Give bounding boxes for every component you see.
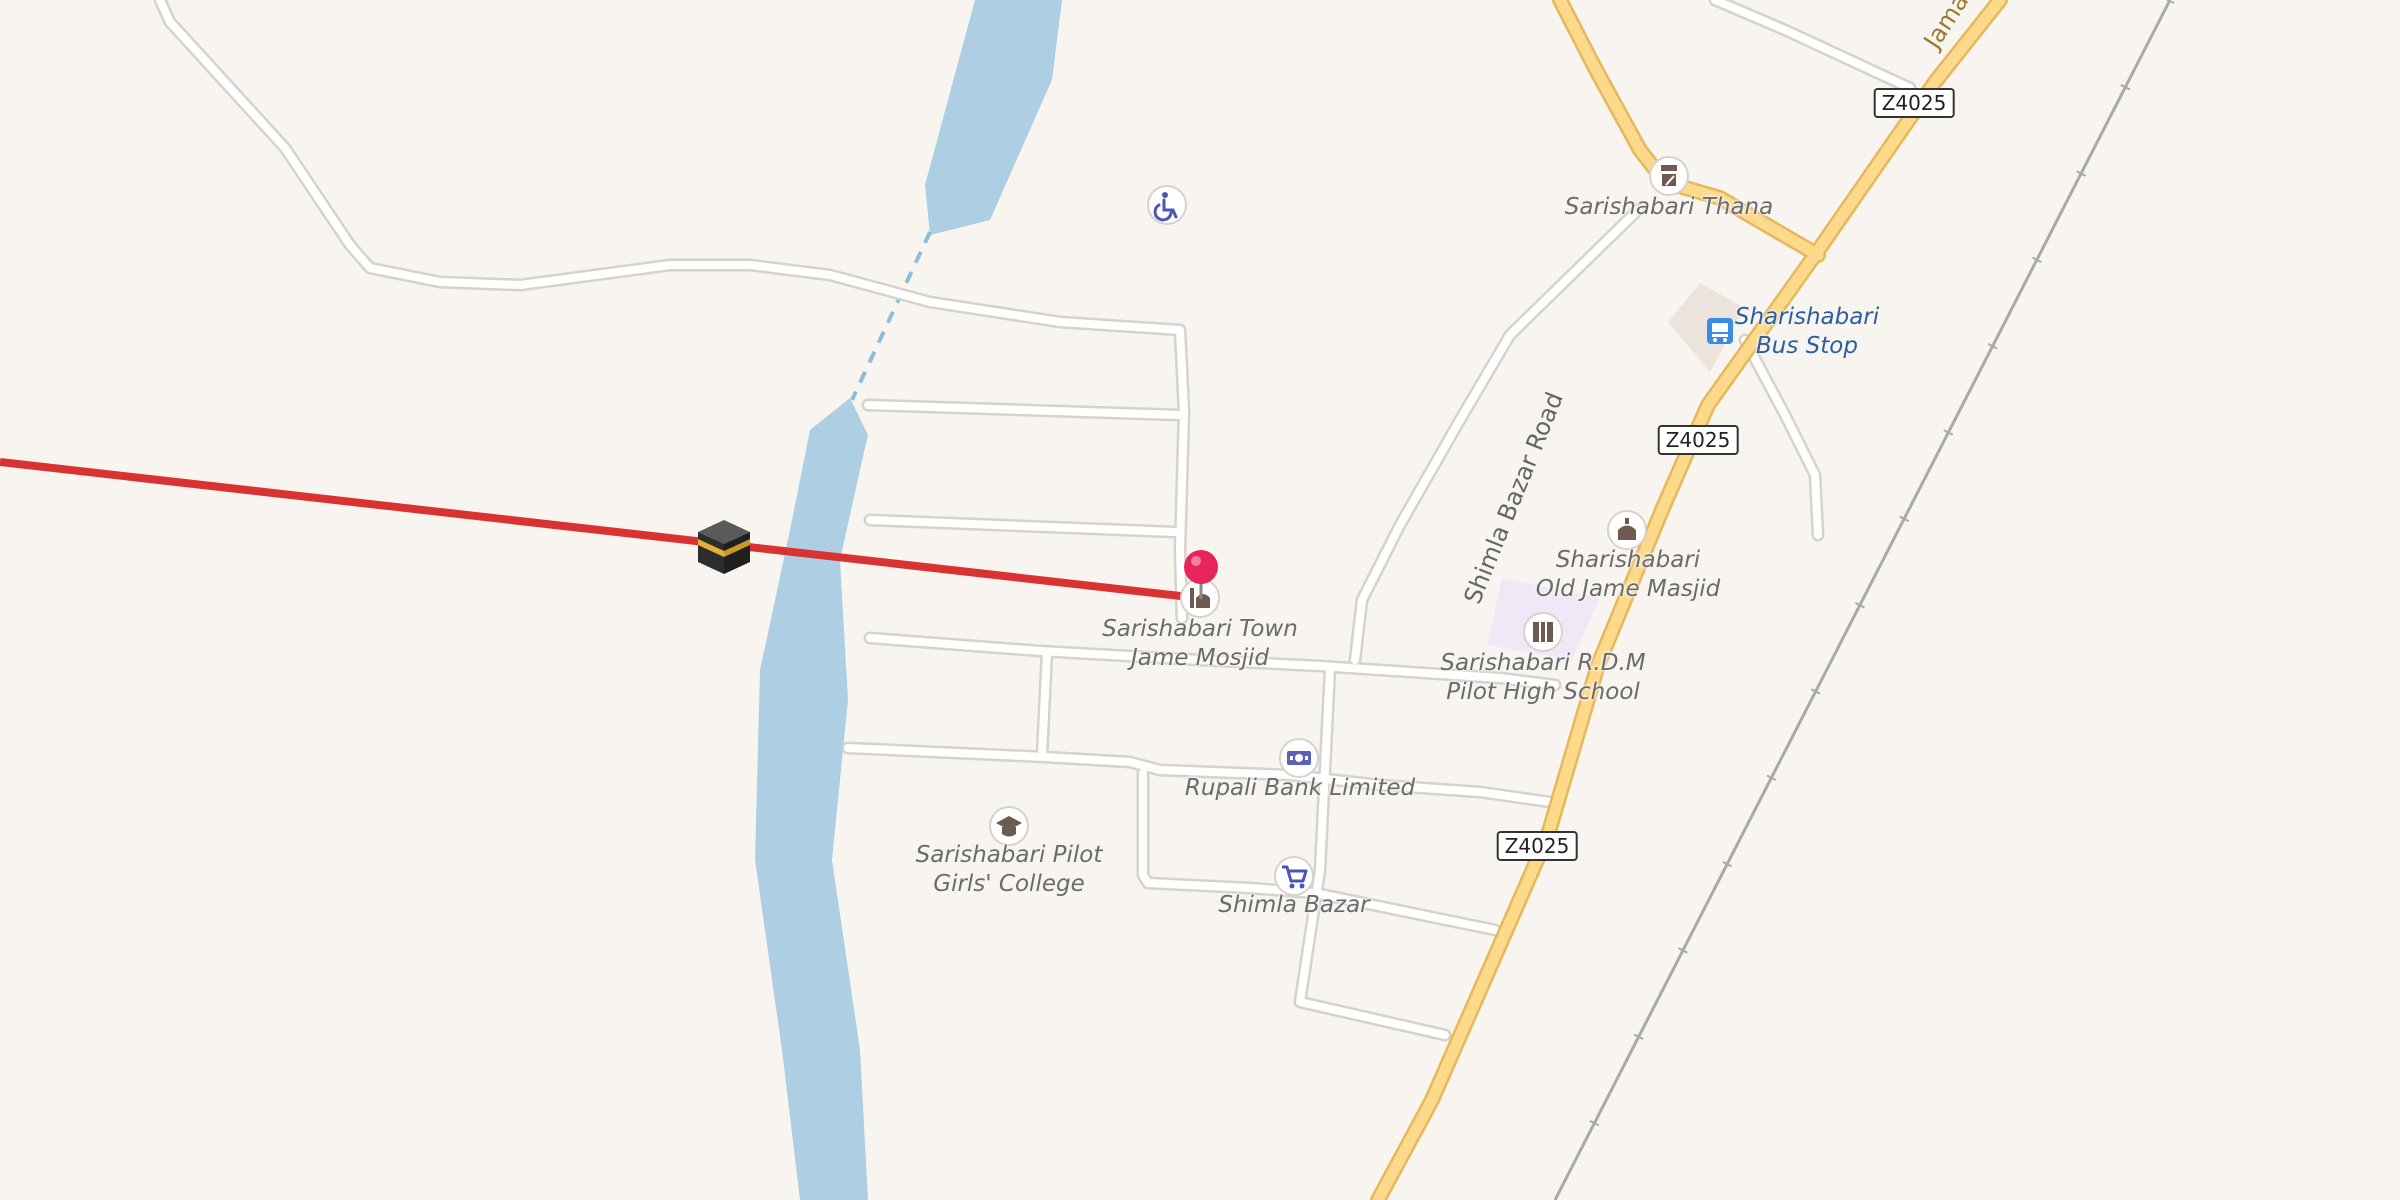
- road-shield: Z4025: [1873, 88, 1955, 118]
- river: [755, 0, 1062, 1200]
- police-icon[interactable]: [1649, 156, 1689, 196]
- bank-icon[interactable]: [1279, 738, 1319, 778]
- mosque-icon[interactable]: [1607, 510, 1647, 550]
- kaaba-icon[interactable]: [698, 520, 750, 574]
- college-icon[interactable]: [989, 806, 1029, 846]
- school-icon[interactable]: [1523, 612, 1563, 652]
- road-shield: Z4025: [1657, 425, 1739, 455]
- wheelchair-icon[interactable]: [1147, 185, 1187, 225]
- map-canvas[interactable]: [0, 0, 2400, 1200]
- bus-stop-icon[interactable]: [1707, 318, 1733, 344]
- road-shield: Z4025: [1496, 831, 1578, 861]
- shopping-cart-icon[interactable]: [1274, 856, 1314, 896]
